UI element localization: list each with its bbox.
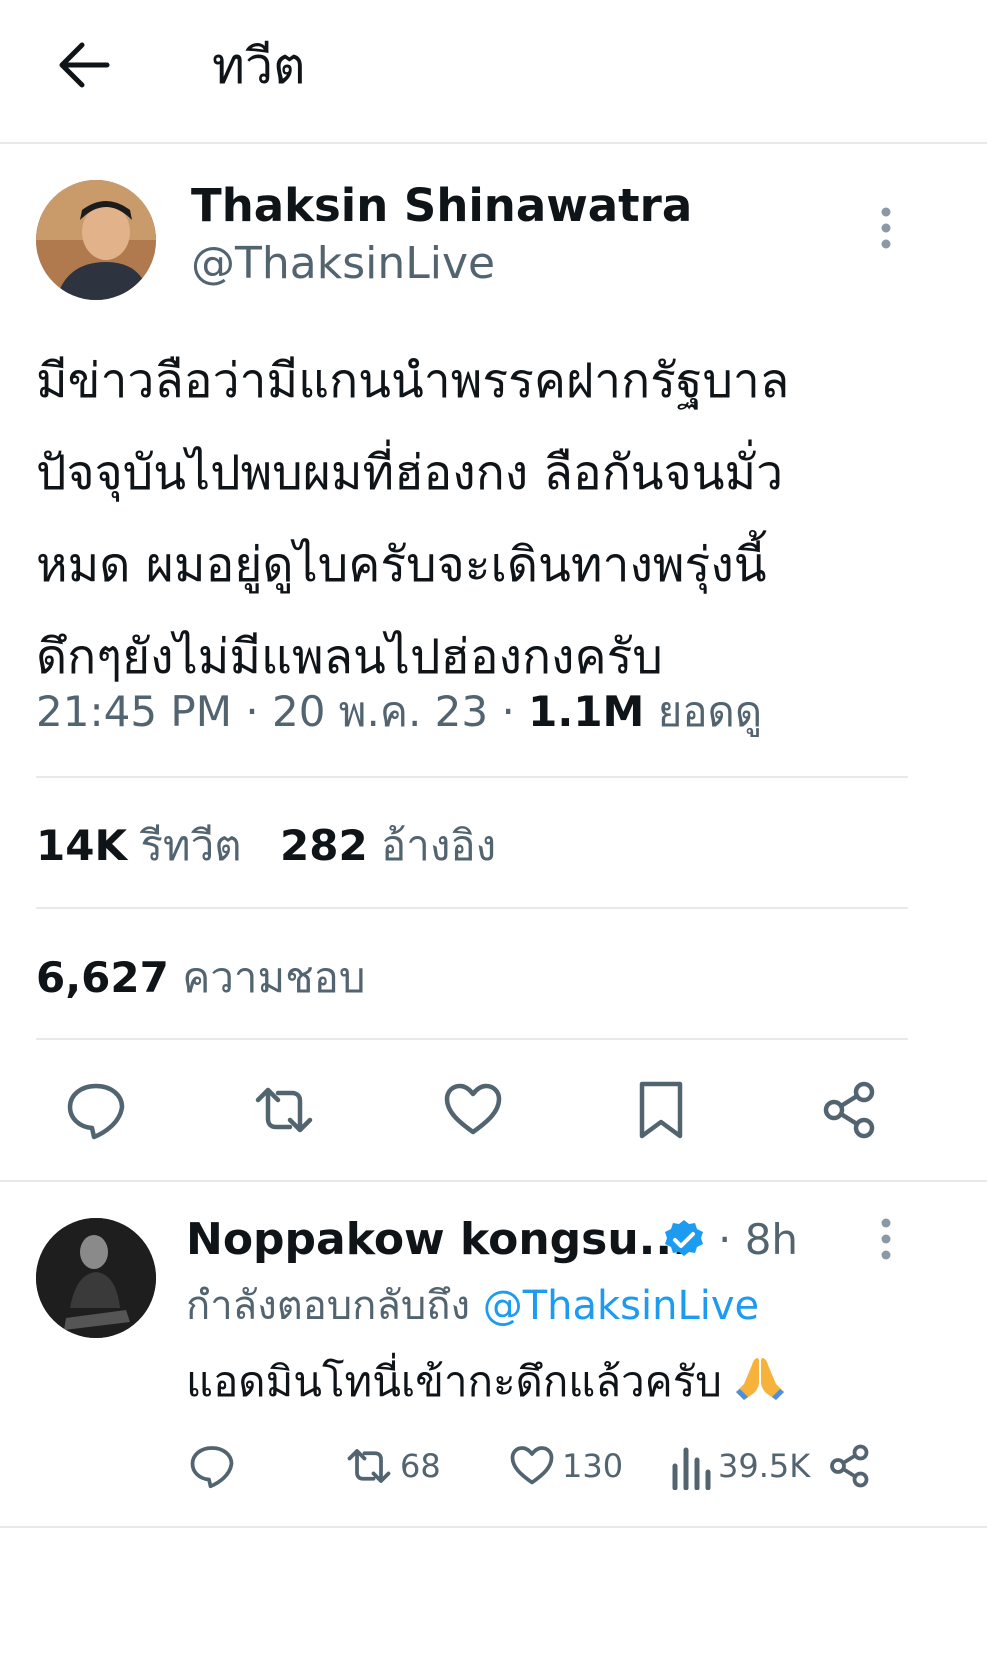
views-label: ยอดดู bbox=[657, 687, 763, 736]
divider bbox=[0, 1180, 987, 1182]
divider bbox=[36, 907, 908, 909]
retweets-stat[interactable]: 14K รีทวีต bbox=[36, 818, 241, 874]
tweet-date[interactable]: 20 พ.ค. 23 bbox=[272, 687, 488, 736]
header-divider bbox=[0, 142, 987, 144]
folded-hands-emoji-icon bbox=[732, 1354, 788, 1402]
like-icon bbox=[510, 1446, 554, 1485]
quotes-label: อ้างอิง bbox=[381, 821, 497, 870]
share-icon[interactable] bbox=[818, 1078, 882, 1142]
tweet-text-line: หมด ผมอยู่ดูไบครับจะเดินทางพรุ่งนี้ bbox=[36, 537, 767, 593]
tweet-meta: 21:45 PM · 20 พ.ค. 23 · 1.1M ยอดดู bbox=[36, 687, 763, 736]
retweet-icon bbox=[347, 1449, 391, 1483]
divider bbox=[36, 1038, 908, 1040]
reply-reply-button[interactable] bbox=[188, 1442, 236, 1490]
divider bbox=[0, 1526, 987, 1528]
reply-text: แอดมินโทนี่เข้ากะดึกแล้วครับ bbox=[186, 1350, 788, 1414]
tweet-text-line: มีข่าวลือว่ามีแกนนำพรรคฝากรัฐบาล bbox=[36, 353, 790, 409]
bookmark-icon[interactable] bbox=[629, 1078, 693, 1142]
retweet-icon[interactable] bbox=[252, 1078, 316, 1142]
more-options-icon[interactable] bbox=[874, 205, 898, 251]
reply-views-button[interactable]: 39.5K bbox=[670, 1442, 810, 1490]
reply-like-button[interactable]: 130 bbox=[508, 1442, 623, 1490]
views-count[interactable]: 1.1M bbox=[528, 687, 644, 736]
back-arrow-icon[interactable] bbox=[55, 38, 113, 92]
views-icon bbox=[672, 1447, 711, 1490]
replying-handle-link[interactable]: @ThaksinLive bbox=[483, 1283, 759, 1329]
reply-share-button[interactable] bbox=[826, 1442, 874, 1490]
divider bbox=[36, 776, 908, 778]
reply-text-content: แอดมินโทนี่เข้ากะดึกแล้วครับ bbox=[186, 1357, 722, 1406]
page-title: ทวีต bbox=[212, 37, 306, 95]
replying-prefix: กำลังตอบกลับถึง bbox=[186, 1283, 470, 1329]
reply-views-count: 39.5K bbox=[718, 1447, 811, 1485]
share-icon bbox=[830, 1444, 869, 1488]
reply-retweet-count: 68 bbox=[400, 1447, 441, 1485]
tweet-time[interactable]: 21:45 PM bbox=[36, 687, 232, 736]
tweet-text: มีข่าวลือว่ามีแกนนำพรรคฝากรัฐบาล ปัจจุบั… bbox=[36, 335, 916, 703]
retweets-count: 14K bbox=[36, 821, 127, 870]
like-icon[interactable] bbox=[441, 1078, 505, 1142]
author-avatar[interactable] bbox=[36, 180, 156, 300]
replying-to: กำลังตอบกลับถึง @ThaksinLive bbox=[186, 1278, 759, 1334]
reply-icon[interactable] bbox=[64, 1078, 128, 1142]
verified-badge-icon bbox=[662, 1218, 706, 1262]
reply-author-name[interactable]: Noppakow kongsu... bbox=[186, 1212, 689, 1268]
likes-stat[interactable]: 6,627 ความชอบ bbox=[36, 950, 366, 1006]
quotes-count: 282 bbox=[280, 821, 368, 870]
author-name[interactable]: Thaksin Shinawatra bbox=[191, 178, 692, 234]
retweets-label: รีทวีต bbox=[140, 821, 242, 870]
reply-time[interactable]: · 8h bbox=[718, 1212, 798, 1268]
reply-like-count: 130 bbox=[562, 1447, 624, 1485]
likes-label: ความชอบ bbox=[182, 953, 366, 1002]
author-handle[interactable]: @ThaksinLive bbox=[191, 236, 495, 292]
likes-count: 6,627 bbox=[36, 953, 169, 1002]
reply-icon bbox=[190, 1446, 234, 1489]
quotes-stat[interactable]: 282 อ้างอิง bbox=[280, 818, 496, 874]
reply-author-avatar[interactable] bbox=[36, 1218, 156, 1338]
more-options-icon[interactable] bbox=[874, 1216, 898, 1262]
reply-retweet-button[interactable]: 68 bbox=[344, 1442, 441, 1490]
tweet-text-line: ปัจจุบันไปพบผมที่ฮ่องกง ลือกันจนมั่ว bbox=[36, 445, 784, 501]
